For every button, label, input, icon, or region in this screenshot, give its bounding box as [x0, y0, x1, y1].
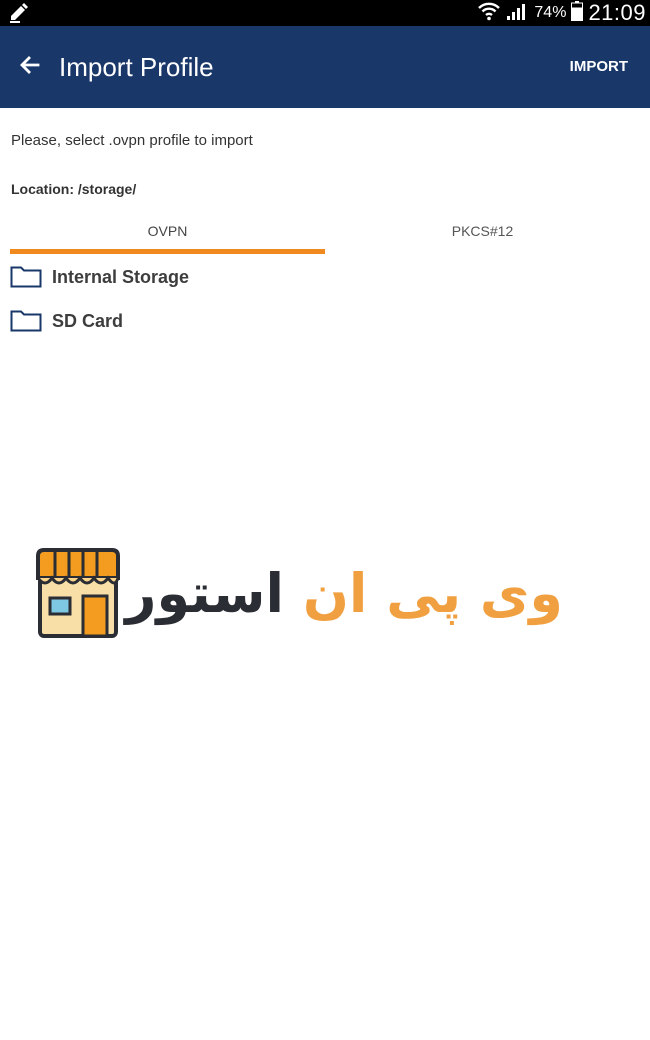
status-bar: 74% 21:09 [0, 0, 650, 26]
folder-label: SD Card [52, 310, 124, 331]
folder-icon [10, 310, 42, 332]
watermark: وی پی ان استور [35, 548, 565, 648]
watermark-text: وی پی ان استور [125, 554, 563, 634]
battery-icon [571, 0, 584, 26]
tab-pkcs12[interactable]: PKCS#12 [325, 210, 640, 255]
tab-ovpn-label: OVPN [147, 223, 188, 239]
arrow-left-icon [18, 53, 42, 82]
tab-pkcs12-label: PKCS#12 [451, 223, 514, 239]
back-button[interactable] [10, 47, 50, 87]
app-bar: Import Profile IMPORT [0, 26, 650, 108]
battery-percent: 74% [534, 4, 567, 21]
folder-item-internal-storage[interactable]: Internal Storage [10, 259, 640, 295]
folder-item-sd-card[interactable]: SD Card [10, 303, 640, 339]
location-path: Location: /storage/ [11, 181, 137, 197]
pencil-icon [8, 3, 30, 28]
clock: 21:09 [588, 0, 646, 25]
tab-indicator [10, 249, 325, 254]
storefront-icon [36, 548, 120, 638]
import-button[interactable]: IMPORT [570, 58, 628, 76]
instruction-text: Please, select .ovpn profile to import [11, 132, 253, 149]
watermark-text-orange: وی پی ان [302, 562, 563, 625]
watermark-text-dark: استور [125, 562, 285, 625]
wifi-icon [478, 1, 501, 26]
signal-icon [505, 1, 529, 26]
folder-label: Internal Storage [52, 266, 190, 287]
folder-icon [10, 266, 42, 288]
page-title: Import Profile [59, 52, 214, 82]
